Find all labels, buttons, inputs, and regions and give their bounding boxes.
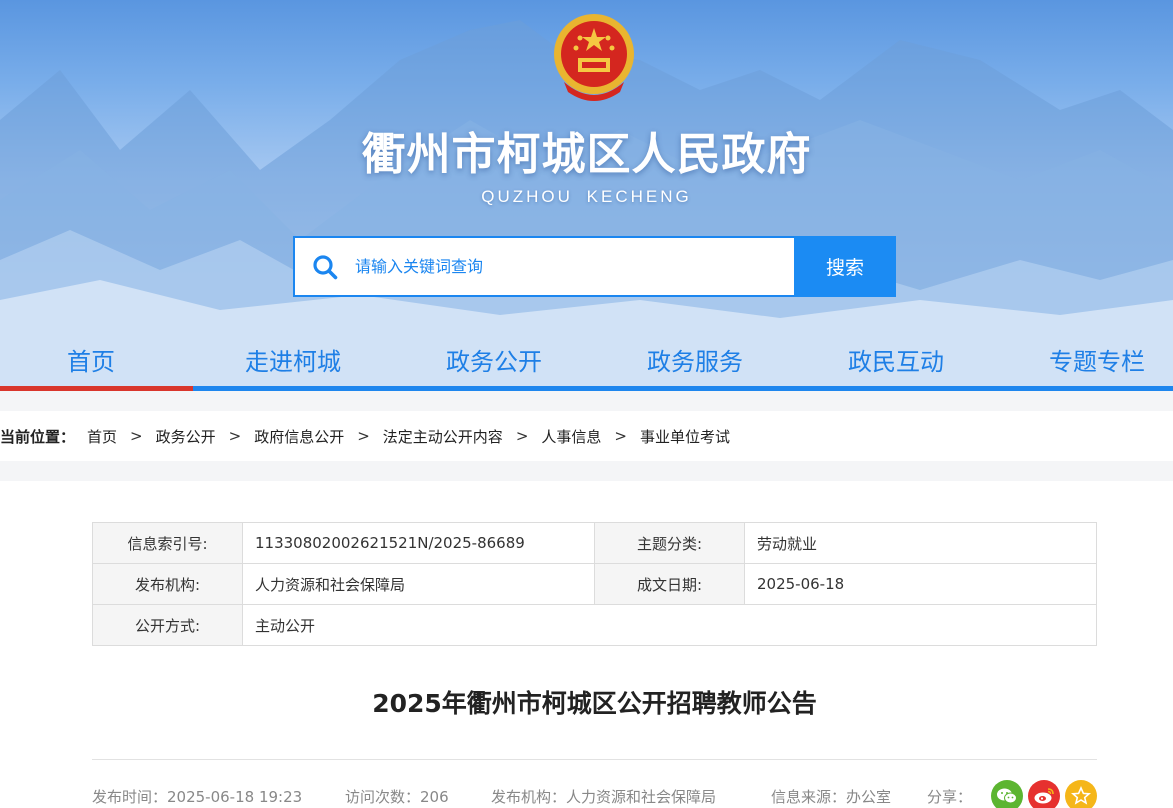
wechat-icon[interactable] xyxy=(991,780,1023,808)
article-meta: 发布时间：2025-06-18 19:23 访问次数：206 发布机构：人力资源… xyxy=(92,780,1097,808)
breadcrumb-top-strip xyxy=(0,391,1173,411)
nav-item-public-interaction[interactable]: 政民互动 xyxy=(848,342,944,377)
info-key-date: 成文日期: xyxy=(594,563,745,605)
info-value-org: 人力资源和社会保障局 xyxy=(242,563,595,605)
nav-item-about-kecheng[interactable]: 走进柯城 xyxy=(245,342,341,377)
breadcrumb: 当前位置： 首页 > 政务公开 > 政府信息公开 > 法定主动公开内容 > 人事… xyxy=(0,411,1173,461)
table-row: 发布机构: 人力资源和社会保障局 成文日期: 2025-06-18 xyxy=(92,563,1097,605)
nav-item-government-services[interactable]: 政务服务 xyxy=(647,342,743,377)
breadcrumb-item-government-affairs[interactable]: 政务公开 xyxy=(156,426,216,447)
breadcrumb-separator: > xyxy=(357,427,370,445)
breadcrumb-separator: > xyxy=(228,427,242,445)
table-row: 公开方式: 主动公开 xyxy=(92,604,1097,646)
national-emblem-icon xyxy=(554,14,634,101)
info-key-mode: 公开方式: xyxy=(92,604,243,646)
search-button[interactable]: 搜索 xyxy=(794,236,896,297)
site-title: 衢州市柯城区人民政府 xyxy=(361,129,812,180)
info-value-mode: 主动公开 xyxy=(242,604,1097,646)
weibo-icon[interactable] xyxy=(1028,780,1060,808)
visit-count: 访问次数：206 xyxy=(345,788,449,806)
main-nav: 首页 走进柯城 政务公开 政务服务 政民互动 专题专栏 xyxy=(0,330,1173,386)
info-value-index: 11330802002621521N/2025-86689 xyxy=(242,522,595,564)
header-banner: 衢州市柯城区人民政府 QUZHOU KECHENG 搜索 首页 走进柯城 政务公… xyxy=(0,0,1173,392)
breadcrumb-bottom-strip xyxy=(0,461,1173,481)
breadcrumb-separator: > xyxy=(515,427,529,445)
publish-time: 发布时间：2025-06-18 19:23 xyxy=(92,788,303,806)
breadcrumb-separator: > xyxy=(130,427,143,445)
info-key-index: 信息索引号: xyxy=(92,522,243,564)
table-row: 信息索引号: 11330802002621521N/2025-86689 主题分… xyxy=(92,522,1097,564)
nav-item-government-affairs[interactable]: 政务公开 xyxy=(446,342,542,377)
info-value-topic: 劳动就业 xyxy=(744,522,1097,564)
info-source: 信息来源：办公室 xyxy=(771,788,892,806)
info-key-org: 发布机构: xyxy=(92,563,243,605)
breadcrumb-separator: > xyxy=(614,427,627,445)
breadcrumb-item-home[interactable]: 首页 xyxy=(87,426,117,447)
breadcrumb-item-info-disclosure[interactable]: 政府信息公开 xyxy=(254,426,344,447)
article-title: 2025年衢州市柯城区公开招聘教师公告 xyxy=(372,689,817,718)
breadcrumb-item-institution-exams[interactable]: 事业单位考试 xyxy=(640,426,730,447)
star-icon[interactable] xyxy=(1065,780,1097,808)
nav-item-home[interactable]: 首页 xyxy=(67,342,115,377)
info-table: 信息索引号: 11330802002621521N/2025-86689 主题分… xyxy=(92,522,1097,646)
info-value-date: 2025-06-18 xyxy=(744,563,1097,605)
nav-item-special-topics[interactable]: 专题专栏 xyxy=(1049,342,1145,377)
search-input[interactable] xyxy=(355,238,794,295)
search-box: 搜索 xyxy=(293,236,896,297)
breadcrumb-label: 当前位置： xyxy=(0,427,76,446)
info-key-topic: 主题分类: xyxy=(594,522,745,564)
share-label: 分享： xyxy=(926,787,972,806)
share-bar: 分享： xyxy=(927,780,1097,808)
publisher: 发布机构：人力资源和社会保障局 xyxy=(491,788,717,806)
breadcrumb-item-personnel-info[interactable]: 人事信息 xyxy=(541,426,601,447)
article-divider xyxy=(92,759,1097,760)
site-subtitle: QUZHOU KECHENG xyxy=(481,187,692,206)
breadcrumb-item-statutory-content[interactable]: 法定主动公开内容 xyxy=(383,426,503,447)
search-icon[interactable] xyxy=(295,238,355,295)
